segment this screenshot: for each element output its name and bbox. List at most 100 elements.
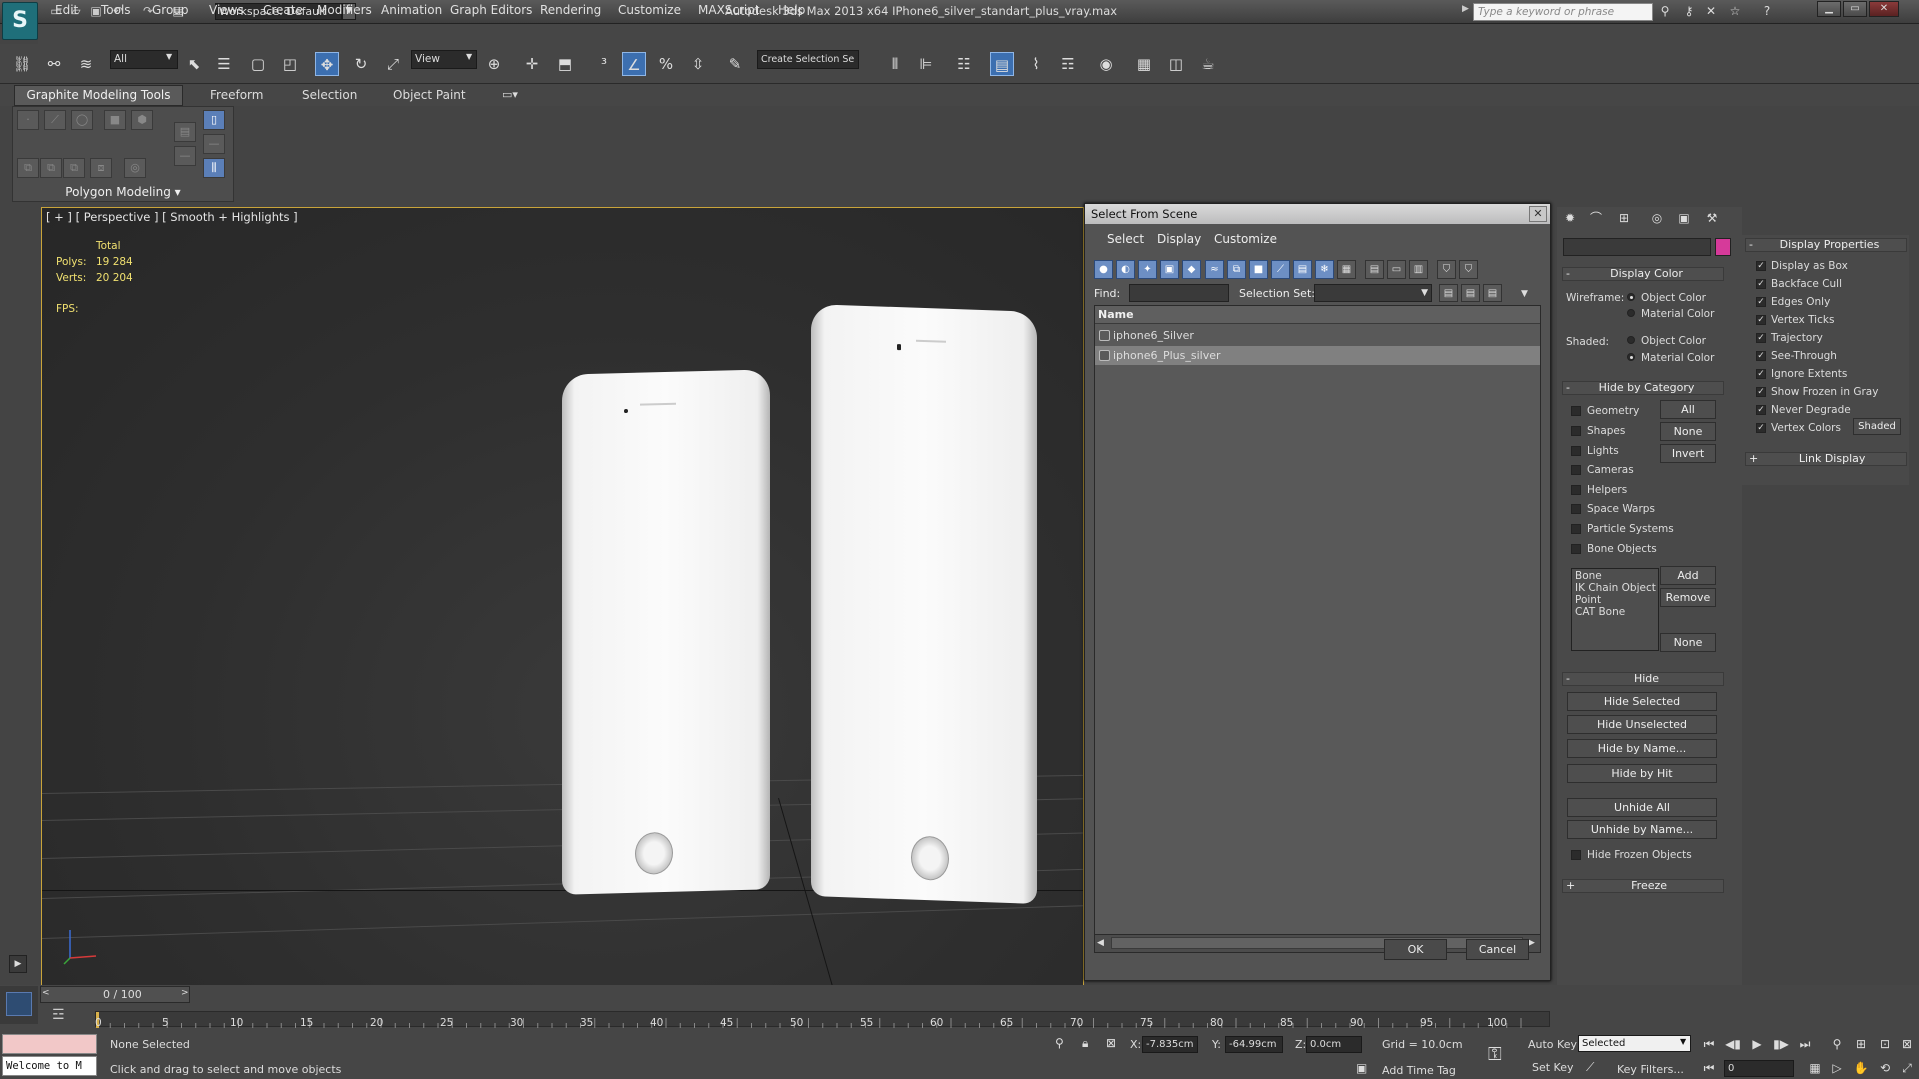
wireframe-object-color-radio[interactable] bbox=[1627, 293, 1635, 301]
material-editor-icon[interactable]: ◉ bbox=[1094, 52, 1118, 76]
hide-by-hit-button[interactable]: Hide by Hit bbox=[1567, 764, 1717, 783]
time-tag-icon[interactable]: ▣ bbox=[1356, 1061, 1367, 1075]
tab-selection[interactable]: Selection bbox=[302, 88, 357, 102]
mirror-icon[interactable]: ⫴ bbox=[883, 52, 907, 76]
key-icon[interactable]: ⚷ bbox=[1680, 3, 1698, 20]
polygon-modeling-label[interactable]: Polygon Modeling ▾ bbox=[12, 182, 234, 202]
convert-to-poly-icon[interactable]: ⧉ bbox=[40, 158, 62, 178]
shaded-material-color-radio[interactable] bbox=[1627, 353, 1635, 361]
next-modifier-icon[interactable]: — bbox=[174, 146, 196, 166]
bone-objects-checkbox[interactable] bbox=[1571, 544, 1581, 554]
maximize-icon[interactable]: ▭ bbox=[1843, 1, 1867, 17]
ok-button[interactable]: OK bbox=[1384, 939, 1447, 960]
ribbon-options-icon[interactable]: ▭▾ bbox=[502, 88, 518, 101]
chevron-down-icon[interactable]: ▼ bbox=[166, 52, 172, 61]
category-list[interactable]: Bone IK Chain Object Point CAT Bone bbox=[1571, 568, 1659, 651]
scroll-left-icon[interactable]: ◀ bbox=[1097, 938, 1104, 948]
edit-named-selection-icon[interactable]: ✎ bbox=[723, 52, 747, 76]
show-end-result-icon[interactable]: ⫼ bbox=[203, 158, 225, 178]
play-icon[interactable]: ▶ bbox=[1748, 1036, 1766, 1053]
add-time-tag[interactable]: Add Time Tag bbox=[1382, 1064, 1456, 1077]
hide-selected-button[interactable]: Hide Selected bbox=[1567, 692, 1717, 711]
wireframe-material-color-radio[interactable] bbox=[1627, 309, 1635, 317]
border-icon[interactable]: ◯ bbox=[71, 110, 93, 130]
display-bones-icon[interactable]: ⟋ bbox=[1271, 260, 1290, 279]
zoom-extents-all-icon[interactable]: ⊠ bbox=[1898, 1036, 1916, 1053]
none-button[interactable]: None bbox=[1660, 422, 1716, 441]
chevron-down-icon[interactable]: ▼ bbox=[466, 52, 472, 61]
set-key-icon[interactable]: ⚿ bbox=[1488, 1044, 1502, 1065]
close-icon[interactable]: ✕ bbox=[1529, 206, 1547, 222]
see-through-checkbox[interactable]: ✓ bbox=[1756, 351, 1766, 361]
layer-manager-icon[interactable]: ☷ bbox=[952, 52, 976, 76]
utilities-tab-icon[interactable]: ⚒ bbox=[1703, 210, 1721, 227]
unlink-icon[interactable]: ⚯ bbox=[42, 52, 66, 76]
previous-modifier-icon[interactable]: — bbox=[203, 134, 225, 154]
pan-icon[interactable]: ✋ bbox=[1852, 1060, 1870, 1077]
track-bar-icon[interactable]: ☲ bbox=[52, 1007, 65, 1023]
iphone6-plus-silver-model[interactable] bbox=[811, 304, 1037, 904]
chevron-right-icon[interactable]: ▶ bbox=[1462, 4, 1470, 20]
element-icon[interactable]: ⬢ bbox=[131, 110, 153, 130]
object-color-swatch[interactable] bbox=[1715, 238, 1731, 256]
display-hidden-icon[interactable]: ▦ bbox=[1337, 260, 1356, 279]
align-icon[interactable]: ⊫ bbox=[914, 52, 938, 76]
display-as-box-checkbox[interactable]: ✓ bbox=[1756, 261, 1766, 271]
spinner-snap-icon[interactable]: ⇳ bbox=[686, 52, 710, 76]
zoom-extents-icon[interactable]: ⊡ bbox=[1876, 1036, 1894, 1053]
snap-3d-icon[interactable]: ³ bbox=[592, 52, 616, 76]
shaded-object-color-radio[interactable] bbox=[1627, 336, 1635, 344]
menu-animation[interactable]: Animation bbox=[381, 3, 442, 17]
edge-icon[interactable]: ⟋ bbox=[44, 110, 66, 130]
viewport-layout-tab[interactable] bbox=[0, 986, 38, 1024]
previous-key-icon[interactable]: ◀▮ bbox=[1724, 1036, 1742, 1053]
find-input[interactable] bbox=[1129, 284, 1229, 302]
absolute-mode-icon[interactable]: ⊠ bbox=[1106, 1036, 1116, 1050]
move-icon[interactable]: ✥ bbox=[315, 52, 339, 76]
scene-explorer-icon[interactable]: ▤ bbox=[990, 52, 1014, 76]
time-slider[interactable]: < 0 / 100 > bbox=[40, 986, 190, 1003]
viewport-label[interactable]: [ + ] [ Perspective ] [ Smooth + Highlig… bbox=[46, 210, 298, 224]
curve-editor-icon[interactable]: ⌇ bbox=[1024, 52, 1048, 76]
menu-create[interactable]: Create bbox=[263, 3, 303, 17]
show-frozen-in-gray-checkbox[interactable]: ✓ bbox=[1756, 387, 1766, 397]
never-degrade-checkbox[interactable]: ✓ bbox=[1756, 405, 1766, 415]
cameras-checkbox[interactable] bbox=[1571, 465, 1581, 475]
backface-cull-checkbox[interactable]: ✓ bbox=[1756, 279, 1766, 289]
modify-mode-icon[interactable]: ▤ bbox=[174, 122, 196, 142]
chevron-down-icon[interactable]: ▼ bbox=[1521, 289, 1528, 299]
display-invert-icon[interactable]: ▥ bbox=[1409, 260, 1428, 279]
zoom-icon[interactable]: ⚲ bbox=[1828, 1036, 1846, 1053]
link-display-header[interactable]: + Link Display bbox=[1745, 452, 1907, 466]
y-coordinate-field[interactable]: -64.99cm bbox=[1225, 1036, 1283, 1053]
next-key-icon[interactable]: ▮▶ bbox=[1772, 1036, 1790, 1053]
key-mode-select[interactable]: Selected bbox=[1578, 1035, 1691, 1052]
previous-frame-icon[interactable]: < bbox=[42, 988, 50, 998]
x-coordinate-field[interactable]: -7.835cm bbox=[1142, 1036, 1198, 1053]
maxscript-listener[interactable] bbox=[2, 1034, 97, 1054]
display-xrefs-icon[interactable]: ■ bbox=[1249, 260, 1268, 279]
hide-header[interactable]: - Hide bbox=[1562, 672, 1724, 686]
display-containers-icon[interactable]: ▤ bbox=[1293, 260, 1312, 279]
scale-icon[interactable]: ⤢ bbox=[381, 52, 405, 76]
iphone6-silver-model[interactable] bbox=[562, 369, 770, 895]
column-header-name[interactable]: Name bbox=[1095, 306, 1540, 324]
maximize-viewport-icon[interactable]: ⤢ bbox=[1898, 1060, 1916, 1077]
display-lights-icon[interactable]: ✦ bbox=[1138, 260, 1157, 279]
play-small-icon[interactable]: ▶ bbox=[9, 955, 27, 973]
vertex-icon[interactable]: · bbox=[17, 110, 39, 130]
vertex-ticks-checkbox[interactable]: ✓ bbox=[1756, 315, 1766, 325]
render-setup-icon[interactable]: ▦ bbox=[1132, 52, 1156, 76]
lock-icon[interactable]: 🔒︎ bbox=[1082, 1036, 1088, 1051]
list-item[interactable]: Point bbox=[1575, 594, 1655, 606]
rotate-icon[interactable]: ↻ bbox=[349, 52, 373, 76]
angle-snap-icon[interactable]: ∠ bbox=[622, 52, 646, 76]
particle-systems-checkbox[interactable] bbox=[1571, 524, 1581, 534]
filter-options-icon[interactable]: ⛉ bbox=[1459, 260, 1478, 279]
isolate-icon[interactable]: ⚲ bbox=[1055, 1036, 1064, 1050]
z-coordinate-field[interactable]: 0.0cm bbox=[1306, 1036, 1362, 1053]
next-frame-icon[interactable]: > bbox=[181, 988, 189, 998]
rendered-frame-icon[interactable]: ◫ bbox=[1164, 52, 1188, 76]
lights-checkbox[interactable] bbox=[1571, 446, 1581, 456]
all-button[interactable]: All bbox=[1660, 400, 1716, 419]
